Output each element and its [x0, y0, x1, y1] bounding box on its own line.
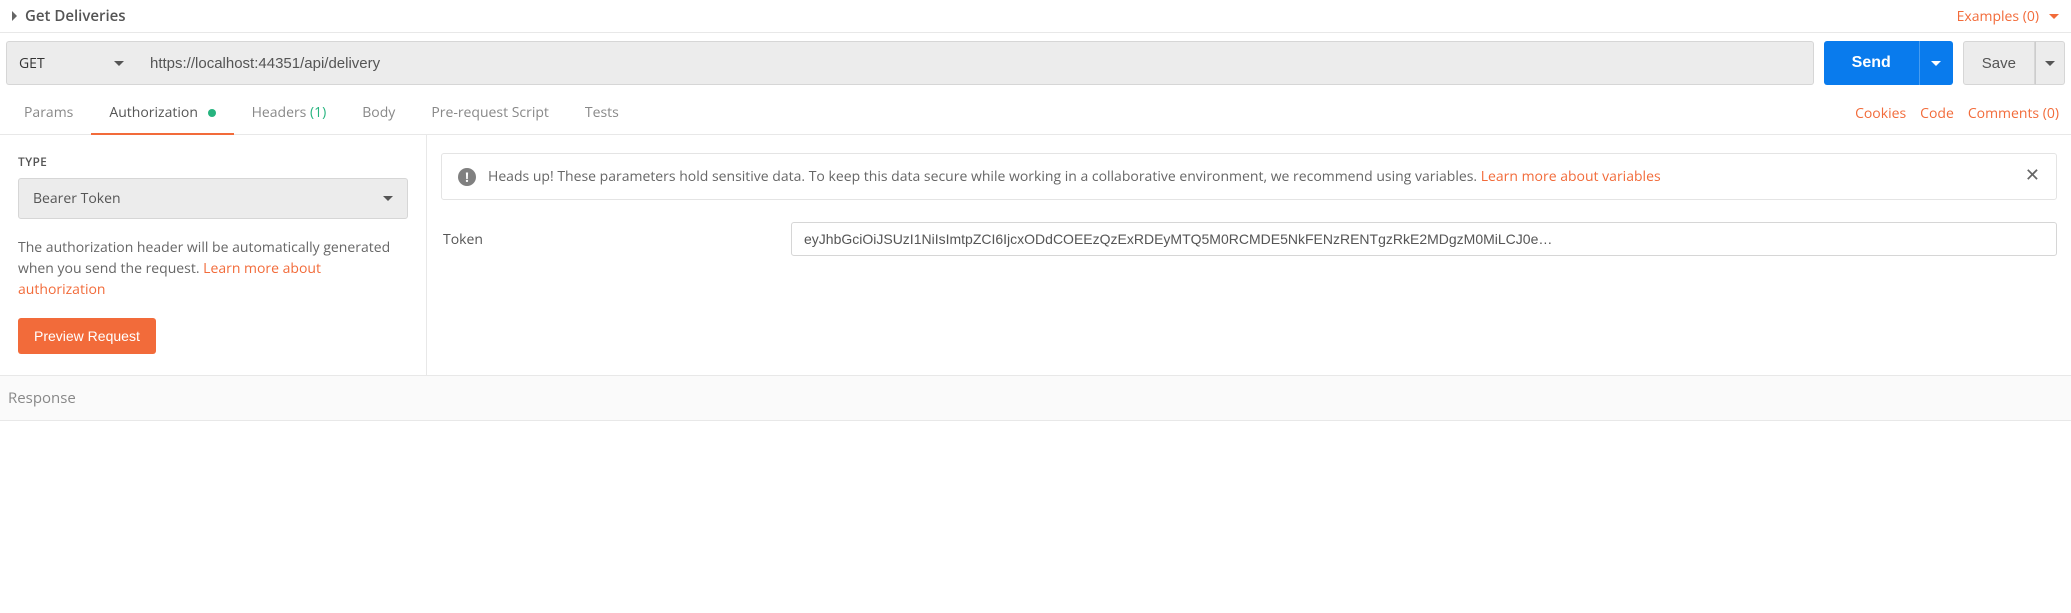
examples-label: Examples (0) — [1957, 7, 2039, 26]
tab-params[interactable]: Params — [6, 93, 91, 134]
auth-type-select[interactable]: Bearer Token — [18, 178, 408, 219]
cookies-link[interactable]: Cookies — [1855, 104, 1906, 123]
chevron-down-icon — [2045, 61, 2055, 66]
response-section-header[interactable]: Response — [0, 375, 2071, 421]
comments-link[interactable]: Comments (0) — [1968, 104, 2059, 123]
chevron-down-icon — [1931, 61, 1941, 66]
expand-triangle-icon — [12, 11, 17, 21]
save-dropdown-button[interactable] — [2035, 41, 2065, 85]
info-icon: ! — [458, 168, 476, 186]
sensitive-data-notice: ! Heads up! These parameters hold sensit… — [441, 153, 2057, 200]
notice-text: Heads up! These parameters hold sensitiv… — [488, 166, 2015, 187]
request-name[interactable]: Get Deliveries — [12, 6, 126, 26]
tab-authorization[interactable]: Authorization — [91, 93, 233, 134]
send-dropdown-button[interactable] — [1919, 41, 1953, 85]
tab-body[interactable]: Body — [344, 93, 413, 134]
tab-headers-count: (1) — [310, 103, 326, 122]
notice-body: These parameters hold sensitive data. To… — [554, 167, 1481, 186]
tab-prerequest-script[interactable]: Pre-request Script — [413, 93, 567, 134]
save-button[interactable]: Save — [1963, 41, 2035, 85]
auth-description: The authorization header will be automat… — [18, 237, 408, 300]
token-label: Token — [441, 230, 791, 249]
notice-prefix: Heads up! — [488, 167, 554, 186]
request-name-text: Get Deliveries — [25, 6, 126, 26]
auth-type-value: Bearer Token — [33, 189, 121, 208]
tab-headers-label: Headers — [252, 103, 307, 122]
http-method-value: GET — [19, 54, 45, 73]
tab-authorization-label: Authorization — [109, 103, 198, 122]
close-notice-button[interactable]: ✕ — [2025, 166, 2040, 184]
chevron-down-icon — [2049, 14, 2059, 19]
tab-tests[interactable]: Tests — [567, 93, 637, 134]
preview-request-button[interactable]: Preview Request — [18, 318, 156, 354]
token-input[interactable] — [791, 222, 2057, 256]
http-method-select[interactable]: GET — [6, 41, 136, 85]
code-link[interactable]: Code — [1920, 104, 1954, 123]
url-input[interactable] — [136, 41, 1814, 85]
tab-headers[interactable]: Headers (1) — [234, 93, 345, 134]
chevron-down-icon — [383, 196, 393, 201]
send-button[interactable]: Send — [1824, 41, 1919, 85]
active-indicator-dot-icon — [208, 109, 216, 117]
examples-dropdown[interactable]: Examples (0) — [1957, 7, 2059, 26]
auth-type-label: TYPE — [18, 153, 408, 170]
learn-more-variables-link[interactable]: Learn more about variables — [1481, 167, 1661, 186]
chevron-down-icon — [114, 61, 124, 66]
